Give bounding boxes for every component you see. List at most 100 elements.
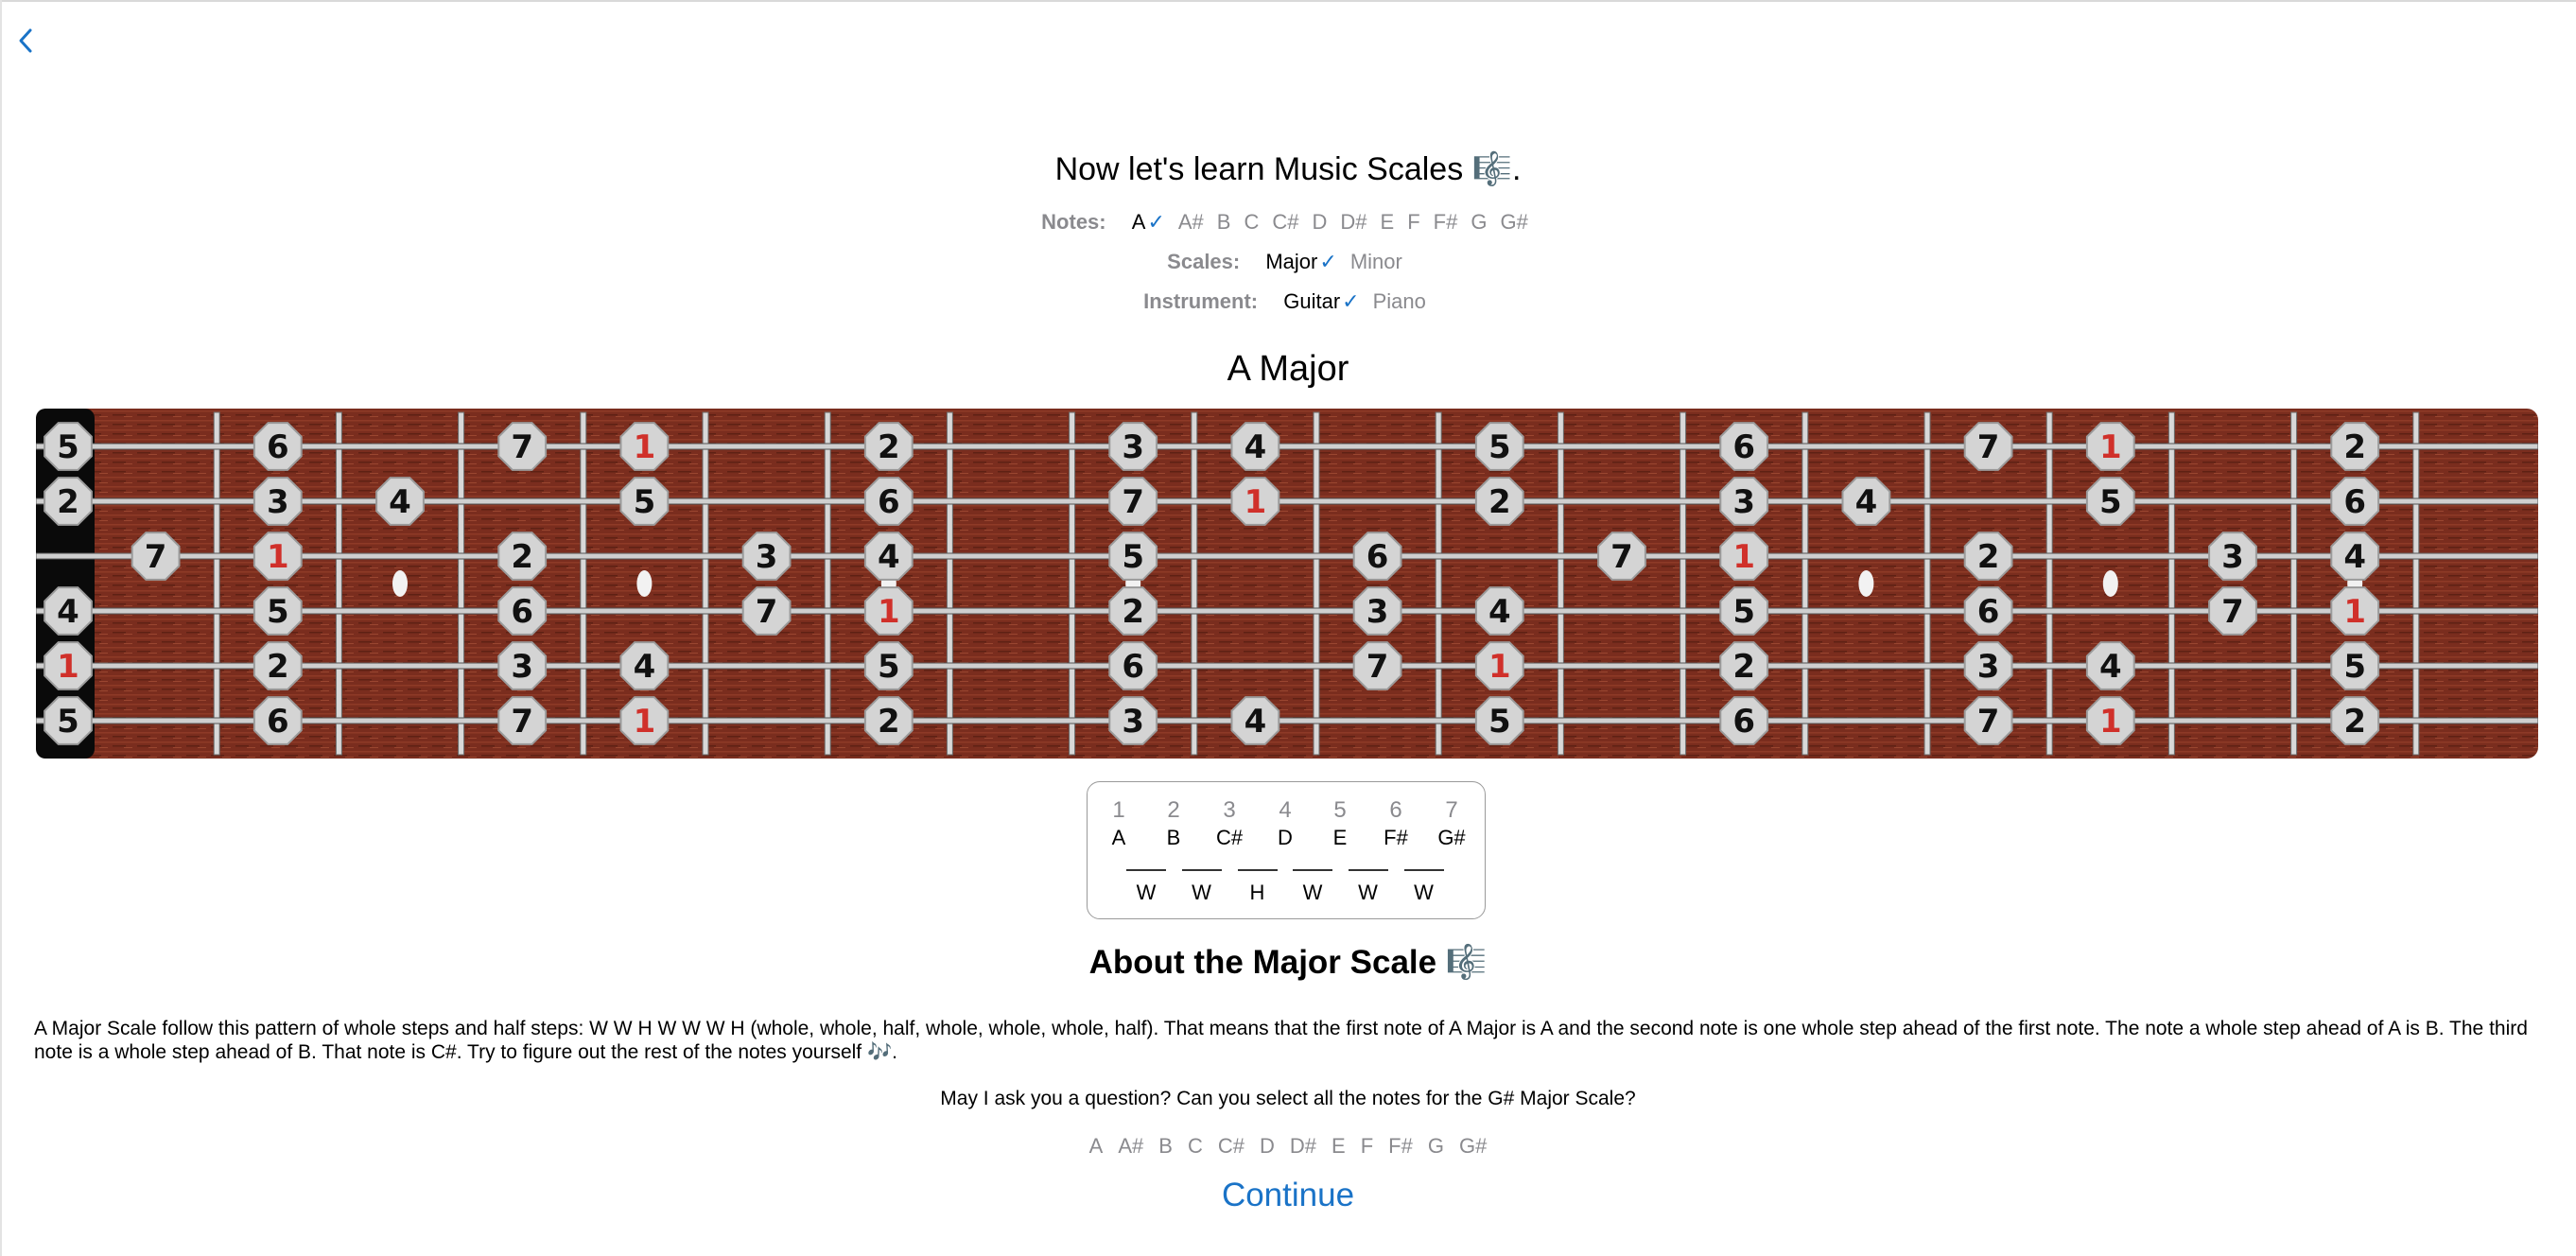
guitar-string [36,552,2538,560]
instrument-label: Instrument: [1143,289,1259,313]
note-marker-label: 7 [1610,538,1633,576]
note-marker-label: 5 [1488,428,1511,466]
note-marker-label: 7 [1366,648,1389,686]
fret-wire [1680,411,1687,756]
answer-option-d-sharp[interactable]: D# [1290,1134,1316,1158]
fret-inlay-dot [392,570,408,597]
note-marker-label: 4 [1244,428,1267,466]
guitar-string [36,717,2538,724]
notes-option-d[interactable]: D [1313,210,1328,234]
note-marker-label: 7 [1977,703,2000,741]
fret-wire [2412,411,2420,756]
note-marker-label: 7 [2221,593,2244,631]
note-marker-label: 6 [878,483,900,521]
back-button[interactable] [13,21,40,59]
scale-degree: 4 [1279,797,1292,823]
answer-option-f-sharp[interactable]: F# [1388,1134,1413,1158]
notes-label: Notes: [1041,210,1106,234]
notes-option-e[interactable]: E [1381,210,1395,234]
fret-wire [1313,411,1320,756]
scale-title: A Major [1227,349,1349,389]
step-divider [1181,869,1222,871]
instrument-option-guitar[interactable]: Guitar✓ [1283,289,1359,313]
scale-degree: 2 [1167,797,1180,823]
note-marker-label: 5 [57,703,79,741]
guitar-fretboard: 5 6 7 1 2 3 4 5 6 7 1 2 2 3 4 5 6 7 1 2 3 4 5 6 7 1 2 3 4 5 6 7 1 2 3 4 4 5 6 7… [36,409,2538,759]
answer-option-d[interactable]: D [1260,1134,1275,1158]
guitar-string [36,443,2538,450]
note-marker-label: 7 [145,538,167,576]
note-marker-label: 5 [1488,703,1511,741]
answer-option-f[interactable]: F [1361,1134,1373,1158]
fret-wire [1069,411,1076,756]
note-marker-label: 4 [2343,538,2366,576]
fret-wire [1801,411,1809,756]
scales-option-major[interactable]: Major✓ [1265,250,1336,273]
answer-option-a-sharp[interactable]: A# [1118,1134,1143,1158]
note-marker-label: 5 [2099,483,2122,521]
continue-button[interactable]: Continue [1222,1177,1354,1213]
note-marker-label: 6 [511,593,533,631]
quiz-question: May I ask you a question? Can you select… [940,1088,1636,1109]
fret-inlay-dot [1858,570,1874,597]
notes-option-c[interactable]: C [1244,210,1259,234]
notes-option-a-sharp[interactable]: A# [1178,210,1204,234]
answer-option-g-sharp[interactable]: G# [1459,1134,1487,1158]
scale-note: C# [1215,826,1244,849]
notes-option-g[interactable]: G [1471,210,1487,234]
note-marker-label: 7 [511,703,533,741]
note-marker-label: 3 [1977,648,2000,686]
notes-option-d-sharp[interactable]: D# [1340,210,1366,234]
note-marker-label: 6 [267,428,289,466]
answer-option-g[interactable]: G [1428,1134,1444,1158]
fret-wire [213,411,220,756]
note-marker-label: 5 [878,648,900,686]
step-divider [1293,869,1332,871]
note-marker-label: 2 [57,483,79,521]
note-marker-label: 2 [2343,703,2366,741]
note-marker-label: 2 [878,428,900,466]
instrument-option-piano[interactable]: Piano [1373,289,1426,313]
notes-option-f[interactable]: F [1407,210,1419,234]
about-title: About the Major Scale 🎼 [1088,944,1488,981]
notes-option-f-sharp[interactable]: F# [1434,210,1458,234]
notes-option-a[interactable]: A✓ [1132,210,1165,234]
note-marker-label: 3 [1366,593,1389,631]
note-marker-label: 3 [756,538,778,576]
answer-option-b[interactable]: B [1158,1134,1173,1158]
checkmark-icon: ✓ [1147,210,1165,234]
answer-option-c[interactable]: C [1188,1134,1203,1158]
note-marker-label: 1 [878,593,900,631]
answer-option-a[interactable]: A [1089,1134,1104,1158]
scales-option-minor[interactable]: Minor [1350,250,1402,273]
note-marker-label: 4 [1488,593,1511,631]
fretboard-wood [36,409,2538,759]
scale-note: A [1111,826,1126,849]
fret-wire [702,411,709,756]
fret-wire [580,411,587,756]
scale-degree: 6 [1389,797,1402,823]
note-marker-label: 6 [267,703,289,741]
chevron-left-icon [19,28,32,53]
note-marker-label: 1 [267,538,289,576]
fret-wire [1191,411,1198,756]
step-divider [1126,869,1166,871]
notes-option-c-sharp[interactable]: C# [1272,210,1298,234]
step-interval: W [1302,881,1323,904]
notes-option-b[interactable]: B [1217,210,1231,234]
note-marker-label: 3 [1732,483,1755,521]
note-marker-label: 1 [1244,483,1267,521]
note-marker-label: 1 [2099,428,2122,466]
note-marker-label: 6 [1977,593,2000,631]
fret-inlay-dot [2102,570,2118,597]
guitar-string [36,607,2538,615]
note-marker-label: 3 [2221,538,2244,576]
notes-option-g-sharp[interactable]: G# [1500,210,1527,234]
scale-note: E [1332,826,1348,849]
answer-option-c-sharp[interactable]: C# [1218,1134,1244,1158]
note-marker-label: 5 [1732,593,1755,631]
fret-wire [1435,411,1442,756]
fret-wire [335,411,342,756]
answer-option-e[interactable]: E [1332,1134,1346,1158]
note-marker-label: 2 [878,703,900,741]
